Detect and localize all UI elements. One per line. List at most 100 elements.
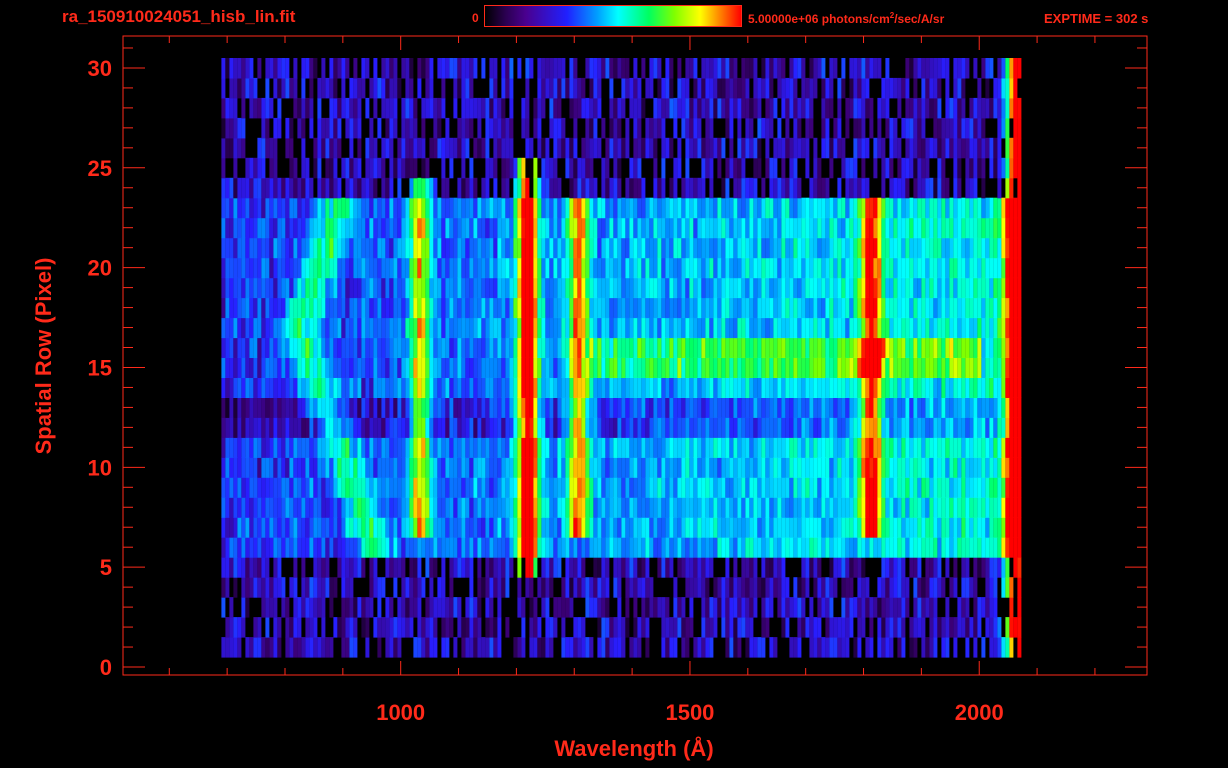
heatmap-cell — [233, 617, 238, 638]
heatmap-cell — [781, 417, 786, 438]
heatmap-cell — [917, 257, 922, 279]
heatmap-cell — [741, 477, 746, 498]
heatmap-cell — [389, 497, 394, 518]
heatmap-cell — [617, 177, 622, 199]
heatmap-cell — [541, 257, 546, 279]
heatmap-cell — [893, 277, 898, 299]
heatmap-cell — [601, 437, 606, 458]
heatmap-cell — [693, 217, 698, 239]
heatmap-cell — [333, 257, 338, 279]
heatmap-cell — [549, 177, 554, 199]
heatmap-cell — [645, 117, 650, 139]
heatmap-cell — [569, 497, 574, 518]
heatmap-cell — [613, 557, 618, 578]
heatmap-cell — [905, 537, 910, 558]
heatmap-cell — [381, 297, 386, 319]
heatmap-cell — [669, 217, 674, 239]
heatmap-cell — [701, 437, 706, 458]
heatmap-cell — [413, 137, 418, 159]
heatmap-cell — [309, 497, 314, 518]
heatmap-cell — [345, 177, 350, 199]
heatmap-cell — [381, 477, 386, 498]
heatmap-cell — [713, 537, 718, 558]
heatmap-cell — [649, 477, 654, 498]
heatmap-cell — [709, 477, 714, 498]
heatmap-cell — [297, 497, 302, 518]
heatmap-cell — [613, 457, 618, 478]
heatmap-cell — [661, 497, 666, 518]
heatmap-cell — [913, 137, 918, 159]
heatmap-cell — [853, 377, 858, 398]
heatmap-cell — [505, 137, 510, 159]
heatmap-cell — [677, 157, 682, 179]
heatmap-cell — [869, 277, 874, 299]
heatmap-cell — [421, 337, 426, 358]
heatmap-cell — [601, 417, 606, 438]
heatmap-cell — [581, 637, 586, 658]
heatmap-cell — [573, 617, 578, 638]
heatmap-cell — [549, 497, 554, 518]
heatmap-cell — [701, 237, 706, 259]
heatmap-cell — [245, 637, 250, 658]
heatmap-cell — [945, 597, 950, 618]
heatmap-cell — [789, 157, 794, 179]
heatmap-cell — [661, 617, 666, 638]
heatmap-cell — [365, 377, 370, 398]
heatmap-cell — [317, 417, 322, 438]
heatmap-cell — [709, 297, 714, 319]
heatmap-cell — [233, 117, 238, 139]
heatmap-cell — [957, 597, 962, 618]
heatmap-cell — [897, 197, 902, 219]
heatmap-cell — [961, 197, 966, 219]
heatmap-cell — [697, 137, 702, 159]
heatmap-cell — [885, 297, 890, 319]
heatmap-cell — [225, 557, 230, 578]
heatmap-cell — [249, 357, 254, 378]
heatmap-cell — [933, 597, 938, 618]
heatmap-cell — [681, 357, 686, 378]
heatmap-cell — [997, 617, 1002, 638]
heatmap-cell — [953, 457, 958, 478]
heatmap-cell — [917, 617, 922, 638]
heatmap-cell — [325, 157, 330, 179]
heatmap-cell — [825, 217, 830, 239]
heatmap-cell — [925, 257, 930, 279]
heatmap-cell — [937, 577, 942, 598]
heatmap-cell — [649, 117, 654, 139]
heatmap-cell — [721, 277, 726, 299]
heatmap-cell — [269, 357, 274, 378]
heatmap-cell — [497, 297, 502, 319]
heatmap-cell — [949, 277, 954, 299]
heatmap-cell — [605, 177, 610, 199]
heatmap-cell — [913, 177, 918, 199]
heatmap-cell — [557, 257, 562, 279]
heatmap-cell — [961, 117, 966, 139]
heatmap-cell — [537, 577, 542, 598]
heatmap-cell — [669, 497, 674, 518]
heatmap-cell — [333, 497, 338, 518]
heatmap-cell — [233, 497, 238, 518]
heatmap-cell — [253, 537, 258, 558]
heatmap-cell — [717, 537, 722, 558]
heatmap-cell — [905, 117, 910, 139]
heatmap-cell — [353, 477, 358, 498]
heatmap-cell — [357, 297, 362, 319]
heatmap-cell — [229, 297, 234, 319]
heatmap-cell — [337, 497, 342, 518]
heatmap-cell — [493, 117, 498, 139]
heatmap-cell — [441, 617, 446, 638]
heatmap-cell — [813, 157, 818, 179]
heatmap-cell — [301, 97, 306, 119]
heatmap-cell — [889, 437, 894, 458]
heatmap-cell — [337, 557, 342, 578]
heatmap-cell — [393, 97, 398, 119]
heatmap-cell — [833, 337, 838, 358]
heatmap-cell — [1017, 117, 1022, 139]
heatmap-cell — [909, 137, 914, 159]
heatmap-cell — [897, 297, 902, 319]
heatmap-cell — [881, 377, 886, 398]
heatmap-cell — [329, 277, 334, 299]
heatmap-cell — [761, 577, 766, 598]
heatmap-cell — [473, 277, 478, 299]
heatmap-cell — [985, 557, 990, 578]
